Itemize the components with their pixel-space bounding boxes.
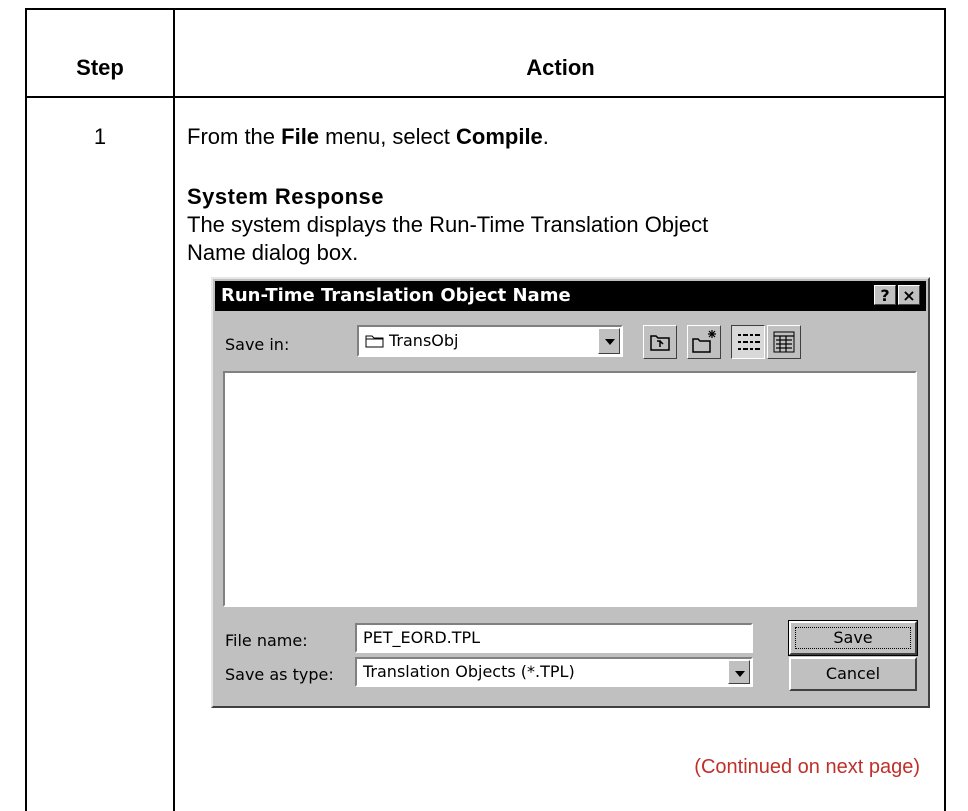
header-step: Step bbox=[76, 55, 124, 80]
table-header-row: Step Action bbox=[27, 10, 944, 98]
create-new-folder-icon bbox=[692, 330, 716, 353]
list-view-icon bbox=[738, 334, 760, 350]
system-response-title: System Response bbox=[187, 184, 385, 209]
save-as-type-label: Save as type: bbox=[225, 665, 334, 684]
header-action: Action bbox=[526, 55, 595, 80]
instruction-text: From the File menu, select Compile. bbox=[187, 124, 549, 150]
step-number: 1 bbox=[93, 124, 107, 149]
instruction-menu-name: File bbox=[281, 124, 320, 149]
file-list-pane[interactable] bbox=[223, 371, 917, 607]
save-in-dropdown[interactable]: TransObj bbox=[357, 325, 623, 357]
save-as-type-dropdown[interactable]: Translation Objects (*.TPL) bbox=[355, 657, 753, 687]
system-response-text: The system displays the Run-Time Transla… bbox=[187, 212, 709, 265]
dialog-title: Run-Time Translation Object Name bbox=[221, 285, 571, 306]
instruction-menu-item: Compile bbox=[456, 124, 543, 149]
save-in-value: TransObj bbox=[389, 331, 459, 350]
up-one-level-button[interactable] bbox=[643, 325, 677, 359]
save-button-focus-ring bbox=[795, 627, 911, 649]
cancel-button[interactable]: Cancel bbox=[789, 657, 917, 691]
details-view-button[interactable] bbox=[767, 325, 801, 359]
file-name-value: PET_EORD.TPL bbox=[363, 628, 481, 647]
close-button[interactable]: × bbox=[898, 285, 920, 305]
list-view-button[interactable] bbox=[731, 325, 765, 359]
help-button[interactable]: ? bbox=[874, 285, 896, 305]
folder-icon bbox=[365, 333, 385, 354]
continued-note: (Continued on next page) bbox=[694, 756, 920, 778]
save-dialog: Run-Time Translation Object Name ? × Sav… bbox=[211, 277, 930, 708]
cancel-button-label: Cancel bbox=[825, 664, 881, 683]
save-button[interactable]: Save bbox=[788, 620, 918, 656]
save-in-chevron-down-icon[interactable] bbox=[598, 328, 620, 354]
file-name-field[interactable]: PET_EORD.TPL bbox=[355, 623, 753, 653]
file-name-label: File name: bbox=[225, 631, 308, 650]
column-divider bbox=[173, 10, 175, 811]
save-as-type-chevron-down-icon[interactable] bbox=[728, 660, 750, 684]
dialog-titlebar[interactable]: Run-Time Translation Object Name ? × bbox=[215, 281, 926, 311]
instruction-post: . bbox=[542, 124, 549, 149]
save-in-label: Save in: bbox=[225, 335, 290, 354]
save-as-type-value: Translation Objects (*.TPL) bbox=[363, 662, 575, 681]
instruction-pre: From the bbox=[187, 124, 282, 149]
details-view-icon bbox=[773, 331, 795, 353]
up-one-level-icon bbox=[650, 335, 670, 351]
instruction-mid: menu, select bbox=[319, 124, 456, 149]
create-new-folder-button[interactable] bbox=[687, 325, 721, 359]
